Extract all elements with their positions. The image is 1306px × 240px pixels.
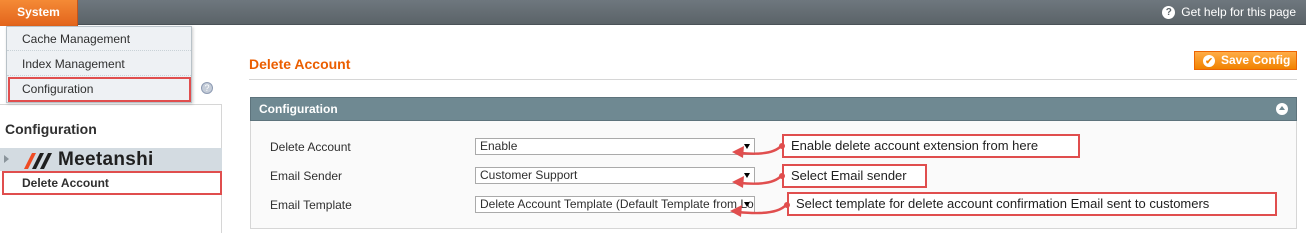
select-email-sender[interactable]: Customer Support <box>475 167 755 184</box>
help-link-label: Get help for this page <box>1181 5 1296 19</box>
sidebar-item-delete-account[interactable]: Delete Account <box>2 171 222 195</box>
select-value: Customer Support <box>480 168 578 182</box>
nav-menu-system[interactable]: System <box>0 0 78 26</box>
scope-help-icon[interactable]: ? <box>201 82 213 94</box>
help-icon: ? <box>1162 6 1176 19</box>
chevron-down-icon <box>744 144 750 149</box>
expand-arrow-icon <box>4 155 9 163</box>
admin-page: System ? Get help for this page ? Config… <box>0 0 1306 233</box>
save-config-label: Save Config <box>1221 53 1291 67</box>
field-label-delete-account: Delete Account <box>270 140 351 154</box>
menu-item-index-management[interactable]: Index Management <box>7 52 191 76</box>
sidebar-heading: Configuration <box>5 121 97 137</box>
select-email-template[interactable]: Delete Account Template (Default Templat… <box>475 196 755 213</box>
highlight-configuration <box>8 77 191 102</box>
page-title: Delete Account <box>249 56 351 72</box>
help-link[interactable]: ? Get help for this page <box>1162 5 1296 20</box>
brand-name: Meetanshi <box>58 149 154 170</box>
select-value: Delete Account Template (Default Templat… <box>480 197 755 211</box>
section-title: Configuration <box>259 102 338 116</box>
chevron-down-icon <box>744 173 750 178</box>
brand-meetanshi: Meetanshi <box>24 149 154 171</box>
check-icon: ✔ <box>1203 54 1215 67</box>
collapse-icon[interactable] <box>1276 103 1288 115</box>
section-header-configuration[interactable]: Configuration <box>250 97 1297 121</box>
annotation-enable: Enable delete account extension from her… <box>782 134 1080 158</box>
save-config-button[interactable]: ✔ Save Config <box>1194 51 1297 70</box>
title-divider <box>249 79 1297 80</box>
annotation-email-template: Select template for delete account confi… <box>787 192 1277 216</box>
field-label-email-sender: Email Sender <box>270 169 343 183</box>
meetanshi-logo-icon <box>24 153 52 169</box>
chevron-down-icon <box>744 202 750 207</box>
select-delete-account[interactable]: Enable <box>475 138 755 155</box>
annotation-email-sender: Select Email sender <box>782 164 927 188</box>
field-label-email-template: Email Template <box>270 198 352 212</box>
select-value: Enable <box>480 139 518 153</box>
menu-item-cache-management[interactable]: Cache Management <box>7 27 191 51</box>
top-nav-bar: System ? Get help for this page <box>0 0 1306 26</box>
